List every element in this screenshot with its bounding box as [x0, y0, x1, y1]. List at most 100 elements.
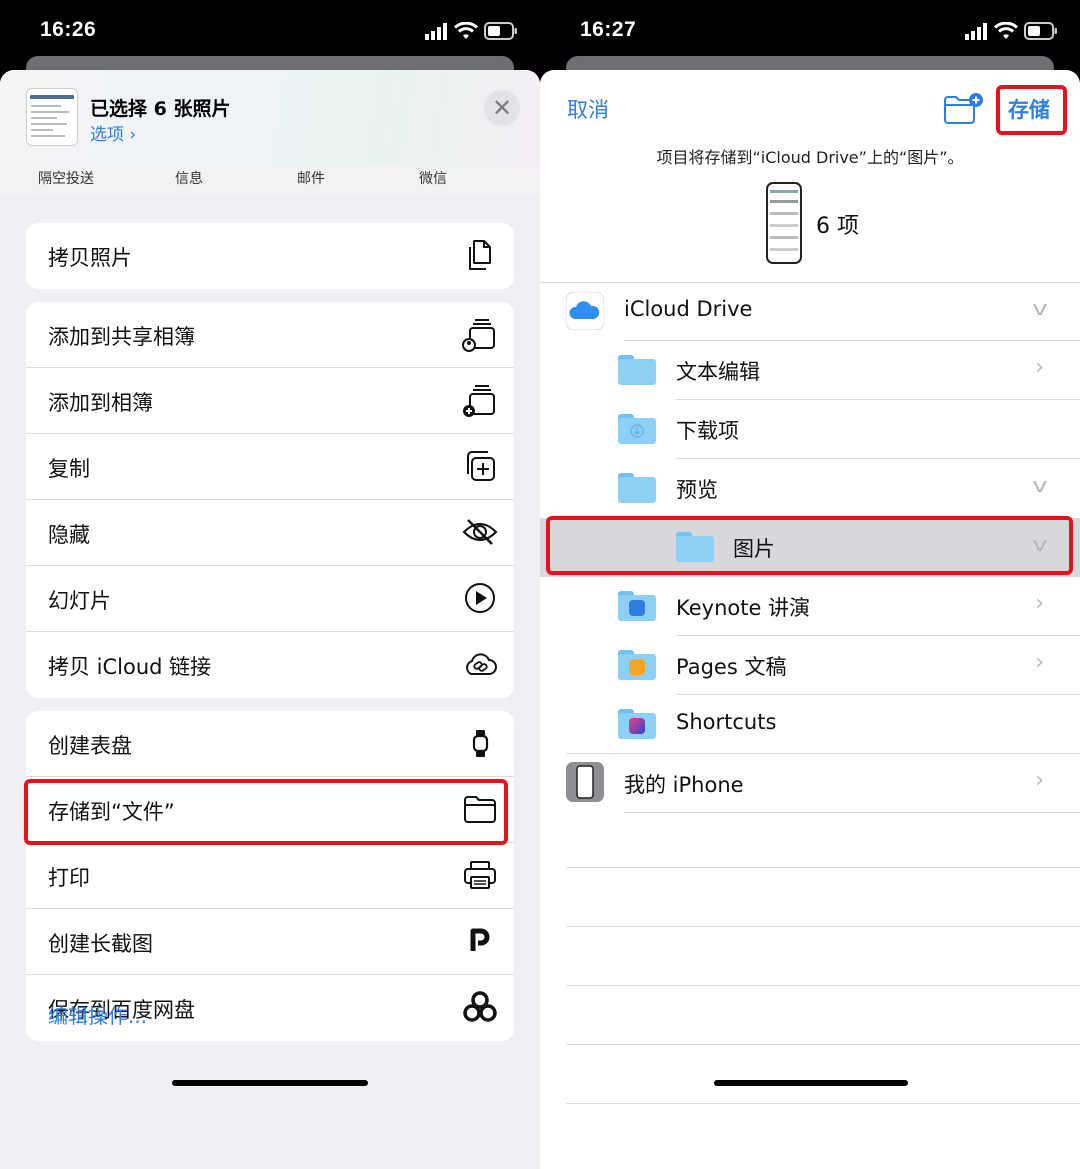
baidu-icon — [463, 991, 497, 1022]
app-wechat-label[interactable]: 微信 — [419, 168, 447, 188]
status-bar: 16:26 — [0, 0, 540, 62]
wifi-icon — [454, 22, 478, 39]
chevron-right-icon[interactable]: › — [1035, 650, 1044, 675]
location-name: Keynote 讲演 — [676, 596, 811, 620]
edit-actions-link[interactable]: 编辑操作... — [48, 1000, 147, 1029]
action-label: 添加到相簿 — [48, 391, 153, 415]
action-label: 拷贝照片 — [48, 246, 132, 270]
location-pages[interactable]: Pages 文稿 › — [540, 636, 1080, 695]
action-copy-photos[interactable]: 拷贝照片 — [26, 223, 514, 289]
share-title: 已选择 6 张照片 — [90, 98, 231, 120]
battery-icon — [484, 22, 517, 40]
action-create-watch-face[interactable]: 创建表盘 — [26, 711, 514, 777]
chevron-down-icon[interactable]: v — [1032, 296, 1047, 320]
empty-row-divider — [566, 867, 1080, 868]
action-add-shared-album[interactable]: 添加到共享相簿 — [26, 302, 514, 368]
chevron-right-icon[interactable]: › — [1035, 591, 1044, 616]
empty-row-divider — [566, 1103, 1080, 1104]
copy-icon — [469, 240, 491, 270]
close-button[interactable]: ✕ — [484, 90, 520, 126]
action-label: 拷贝 iCloud 链接 — [48, 655, 212, 679]
app-airdrop-label[interactable]: 隔空投送 — [38, 168, 94, 188]
cellular-signal-icon — [965, 23, 987, 40]
keynote-folder-icon — [618, 591, 656, 621]
play-icon — [465, 583, 495, 613]
home-indicator — [172, 1080, 368, 1086]
files-sheet: 取消 存储 项目将存储到“iCloud Drive”上的“图片”。 6 项 iC… — [540, 70, 1080, 1169]
printer-icon — [464, 861, 496, 889]
share-header: 已选择 6 张照片 选项 › ✕ — [0, 70, 540, 166]
folder-icon — [618, 473, 656, 503]
location-name: Shortcuts — [676, 710, 777, 734]
action-hide[interactable]: 隐藏 — [26, 500, 514, 566]
action-print[interactable]: 打印 — [26, 843, 514, 909]
app-share-row: 隔空投送 信息 邮件 微信 — [0, 166, 540, 196]
empty-row-divider — [566, 985, 1080, 986]
shared-album-icon — [462, 319, 495, 352]
options-link[interactable]: 选项 › — [90, 120, 136, 145]
action-label: 创建表盘 — [48, 734, 132, 758]
home-indicator — [714, 1080, 908, 1086]
location-name: Pages 文稿 — [676, 655, 787, 679]
action-group-3: 创建表盘 存储到“文件” 打印 创建长截图 保存到百度网盘 — [26, 711, 514, 1041]
cloud-link-icon — [466, 653, 497, 675]
app-mail-label[interactable]: 邮件 — [297, 168, 325, 188]
share-sheet: 已选择 6 张照片 选项 › ✕ 隔空投送 信息 邮件 微信 拷贝照片 添加到共… — [0, 70, 540, 1169]
chevron-right-icon[interactable]: › — [1035, 768, 1044, 793]
downloads-folder-icon — [618, 414, 656, 444]
location-name: 我的 iPhone — [624, 773, 744, 797]
action-slideshow[interactable]: 幻灯片 — [26, 566, 514, 632]
battery-icon — [1024, 22, 1057, 40]
action-label: 幻灯片 — [48, 589, 111, 613]
iphone-icon — [566, 762, 604, 802]
location-preview[interactable]: 预览 v — [540, 459, 1080, 518]
action-copy-icloud-link[interactable]: 拷贝 iCloud 链接 — [26, 632, 514, 698]
shortcuts-folder-icon — [618, 709, 656, 739]
item-count: 6 项 — [816, 214, 859, 239]
location-downloads[interactable]: 下载项 — [540, 400, 1080, 459]
location-name: iCloud Drive — [624, 297, 753, 321]
status-time: 16:27 — [580, 18, 637, 41]
new-folder-icon[interactable] — [943, 92, 985, 126]
action-label: 创建长截图 — [48, 932, 153, 956]
action-label: 隐藏 — [48, 523, 90, 547]
action-label: 打印 — [48, 866, 90, 890]
action-group-1: 拷贝照片 — [26, 223, 514, 289]
highlight-pictures-row — [546, 516, 1073, 575]
duplicate-icon — [467, 451, 495, 481]
icloud-icon — [566, 292, 604, 330]
photo-stack-thumbnail — [26, 88, 78, 146]
empty-row-divider — [566, 926, 1080, 927]
folder-icon — [618, 355, 656, 385]
add-album-icon — [463, 385, 495, 417]
status-time: 16:26 — [40, 18, 97, 41]
location-my-iphone[interactable]: 我的 iPhone › — [540, 754, 1080, 813]
action-add-album[interactable]: 添加到相簿 — [26, 368, 514, 434]
location-keynote[interactable]: Keynote 讲演 › — [540, 577, 1080, 636]
location-shortcuts[interactable]: Shortcuts — [540, 695, 1080, 754]
chevron-right-icon[interactable]: › — [1035, 355, 1044, 380]
location-name: 文本编辑 — [676, 360, 760, 384]
location-textedit[interactable]: 文本编辑 › — [540, 341, 1080, 400]
action-duplicate[interactable]: 复制 — [26, 434, 514, 500]
p-icon — [470, 928, 490, 951]
watch-icon — [472, 730, 489, 757]
files-picker-screen: 16:27 取消 存储 项目将存储到“iCloud Drive”上的“图片”。 — [540, 0, 1080, 1169]
action-group-2: 添加到共享相簿 添加到相簿 复制 隐藏 幻灯片 拷贝 iCloud 链接 — [26, 302, 514, 698]
wifi-icon — [994, 22, 1018, 39]
hide-eye-icon — [462, 519, 498, 545]
pages-folder-icon — [618, 650, 656, 680]
location-icloud-drive[interactable]: iCloud Drive v — [540, 282, 1080, 341]
photos-thumbnail — [766, 182, 802, 264]
destination-text: 项目将存储到“iCloud Drive”上的“图片”。 — [656, 148, 964, 167]
empty-row-divider — [566, 1044, 1080, 1045]
status-bar: 16:27 — [540, 0, 1080, 62]
highlight-save-to-files — [24, 779, 508, 845]
action-create-long-screenshot[interactable]: 创建长截图 — [26, 909, 514, 975]
location-name: 预览 — [676, 478, 718, 502]
chevron-down-icon[interactable]: v — [1032, 473, 1047, 497]
cellular-signal-icon — [425, 23, 447, 40]
cancel-button[interactable]: 取消 — [567, 94, 609, 124]
app-messages-label[interactable]: 信息 — [175, 168, 203, 188]
action-label: 添加到共享相簿 — [48, 325, 195, 349]
